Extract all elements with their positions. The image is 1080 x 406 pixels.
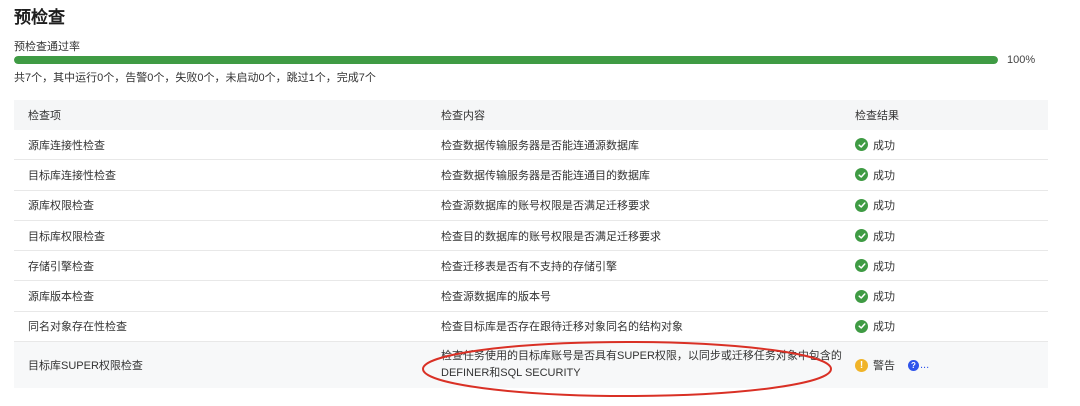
check-result: 成功 <box>855 191 1045 220</box>
pass-rate-percent: 100% <box>1007 54 1036 66</box>
table-row: 目标库连接性检查 检查数据传输服务器是否能连通目的数据库 成功 <box>14 160 1048 191</box>
check-circle-icon <box>855 289 868 303</box>
check-circle-icon <box>855 168 868 182</box>
result-label: 成功 <box>873 200 895 213</box>
check-content: 检查源数据库的版本号 <box>441 291 551 304</box>
result-label: 成功 <box>873 291 895 304</box>
pass-rate-label: 预检查通过率 <box>14 41 80 53</box>
warning-circle-icon: ! <box>855 358 868 372</box>
check-item-name: 源库连接性检查 <box>28 139 105 152</box>
check-content: 检查源数据库的账号权限是否满足迁移要求 <box>441 200 650 213</box>
check-result: ! 警告 ? ... <box>855 342 1045 388</box>
result-label: 成功 <box>873 139 895 152</box>
check-result: 成功 <box>855 281 1045 310</box>
check-circle-icon <box>855 198 868 212</box>
result-label: 成功 <box>873 230 895 243</box>
check-result: 成功 <box>855 312 1045 341</box>
check-summary: 共7个，其中运行0个，告警0个，失败0个，未启动0个，跳过1个，完成7个 <box>14 72 376 84</box>
annotation-ellipse <box>422 341 832 397</box>
check-item-name: 同名对象存在性检查 <box>28 321 127 334</box>
check-content: 检查数据传输服务器是否能连通源数据库 <box>441 139 639 152</box>
check-result: 成功 <box>855 251 1045 280</box>
pass-rate-progress-bar <box>14 56 998 64</box>
check-circle-icon <box>855 319 868 333</box>
result-label: 成功 <box>873 169 895 182</box>
check-content: 检查迁移表是否有不支持的存储引擎 <box>441 260 617 273</box>
table-row: 同名对象存在性检查 检查目标库是否存在跟待迁移对象同名的结构对象 成功 <box>14 312 1048 343</box>
result-label: 成功 <box>873 321 895 334</box>
check-content: 检查目标库是否存在跟待迁移对象同名的结构对象 <box>441 321 683 334</box>
check-item-name: 目标库连接性检查 <box>28 169 116 182</box>
table-header-row: 检查项 检查内容 检查结果 <box>14 100 1048 130</box>
page-title: 预检查 <box>14 8 65 27</box>
column-header-content: 检查内容 <box>441 110 485 122</box>
table-row: 源库版本检查 检查源数据库的版本号 成功 <box>14 281 1048 312</box>
table-row: 源库连接性检查 检查数据传输服务器是否能连通源数据库 成功 <box>14 130 1048 161</box>
check-item-name: 源库权限检查 <box>28 200 94 213</box>
table-row: 目标库权限检查 检查目的数据库的账号权限是否满足迁移要求 成功 <box>14 221 1048 252</box>
check-item-name: 目标库SUPER权限检查 <box>28 360 143 373</box>
result-label: 成功 <box>873 260 895 273</box>
check-result: 成功 <box>855 221 1045 250</box>
check-content: 检查数据传输服务器是否能连通目的数据库 <box>441 169 650 182</box>
check-item-name: 源库版本检查 <box>28 291 94 304</box>
check-circle-icon <box>855 138 868 152</box>
check-circle-icon <box>855 259 868 273</box>
column-header-item: 检查项 <box>28 110 61 122</box>
check-circle-icon <box>855 229 868 243</box>
column-header-result: 检查结果 <box>855 110 899 122</box>
pass-rate-progress-fill <box>14 56 998 64</box>
check-result: 成功 <box>855 160 1045 189</box>
check-content: 检查目的数据库的账号权限是否满足迁移要求 <box>441 230 661 243</box>
table-row: 源库权限检查 检查源数据库的账号权限是否满足迁移要求 成功 <box>14 191 1048 221</box>
result-label: 警告 <box>873 360 895 373</box>
check-item-name: 目标库权限检查 <box>28 230 105 243</box>
check-item-name: 存储引擎检查 <box>28 260 94 273</box>
question-circle-icon[interactable]: ? <box>908 359 919 371</box>
more-details-link[interactable]: ... <box>920 359 929 371</box>
table-row: 存储引擎检查 检查迁移表是否有不支持的存储引擎 成功 <box>14 251 1048 282</box>
check-result: 成功 <box>855 130 1045 159</box>
